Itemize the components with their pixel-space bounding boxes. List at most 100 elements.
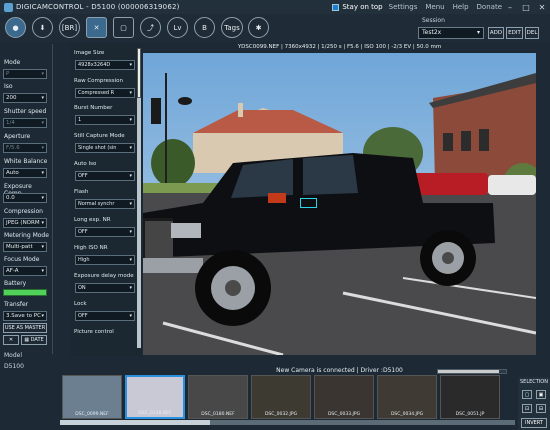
- panel-divider: [52, 44, 53, 354]
- minimize-button[interactable]: –: [502, 3, 518, 12]
- focus-point-box: [300, 198, 317, 208]
- photo-preview: [143, 53, 536, 355]
- shutter-label: Shutter speed: [4, 108, 47, 115]
- thumbnail-item[interactable]: DSC_0180.NEF: [188, 375, 248, 419]
- thumbnail-item[interactable]: DSC_0032.JPG: [251, 375, 311, 419]
- plugins-button[interactable]: ✱: [248, 17, 269, 38]
- invert-selection-button[interactable]: INVERT: [521, 418, 547, 428]
- export-button[interactable]: ⤴: [140, 17, 161, 38]
- chevron-down-icon: ▾: [41, 268, 44, 274]
- thumbnail-item[interactable]: DSC_0033.JPG: [314, 375, 374, 419]
- select-all-icon[interactable]: ▢: [522, 390, 532, 399]
- thumbnail-item[interactable]: DSC_0099.NEF: [62, 375, 122, 419]
- chevron-down-icon: ▾: [129, 257, 132, 263]
- maximize-button[interactable]: □: [518, 3, 534, 12]
- setting-select[interactable]: High ▾: [75, 255, 135, 265]
- thumbnail-scrollbar[interactable]: [60, 420, 515, 425]
- metering-select[interactable]: Multi-patt ▾: [3, 242, 47, 252]
- liveview-button[interactable]: Lv: [167, 17, 188, 38]
- transfer-select[interactable]: 3.Save to PC ▾: [3, 311, 47, 321]
- stay-on-top-checkbox[interactable]: [332, 3, 340, 11]
- session-edit-button[interactable]: EDIT: [506, 27, 523, 39]
- setting-value: OFF: [78, 313, 88, 319]
- session-label: Session: [422, 17, 445, 24]
- setting-select[interactable]: 1 ▾: [75, 115, 135, 125]
- setting-select[interactable]: OFF ▾: [75, 311, 135, 321]
- focus-value: AF-A: [6, 268, 19, 274]
- session-select[interactable]: Test2x ▾: [418, 27, 484, 39]
- setting-select[interactable]: Normal synchr ▾: [75, 199, 135, 209]
- selection-panel: SELECTION ▢ ▣ ⊡ ⊟ INVERT: [518, 377, 550, 430]
- setting-value: ON: [78, 285, 86, 291]
- download-icon: ⬇: [39, 23, 46, 32]
- date-button[interactable]: ▦ DATE: [21, 335, 47, 345]
- thumbnail-caption: DSC_0032.JPG: [264, 412, 298, 417]
- menu-menu[interactable]: Menu: [425, 3, 444, 11]
- metering-value: Multi-patt: [6, 244, 33, 250]
- aperture-select[interactable]: F/5.6 ▾: [3, 143, 47, 153]
- use-as-master-button[interactable]: USE AS MASTER: [3, 323, 47, 333]
- chevron-down-icon: ▾: [41, 313, 44, 319]
- close-button[interactable]: ✕: [534, 3, 550, 12]
- download-button[interactable]: ⬇: [32, 17, 53, 38]
- chevron-down-icon: ▾: [129, 145, 132, 151]
- setting-label: Picture control: [74, 329, 114, 335]
- setting-select[interactable]: OFF ▾: [75, 171, 135, 181]
- setting-label: Exposure delay mode: [74, 273, 134, 279]
- menu-help[interactable]: Help: [453, 3, 469, 11]
- menu-settings[interactable]: Settings: [389, 3, 418, 11]
- thumbnail-scroll-thumb[interactable]: [60, 420, 210, 425]
- image-viewer[interactable]: [143, 53, 536, 355]
- setting-select[interactable]: Compressed R ▾: [75, 88, 135, 98]
- browser-button[interactable]: B: [194, 17, 215, 38]
- setting-select[interactable]: Single shot (sin ▾: [75, 143, 135, 153]
- session-add-button[interactable]: ADD: [488, 27, 504, 39]
- liveview-label: Lv: [173, 23, 182, 32]
- setting-label: Raw Compression: [74, 78, 124, 84]
- exposure-comp-select[interactable]: 0.0 ▾: [3, 193, 47, 203]
- wb-select[interactable]: Auto ▾: [3, 168, 47, 178]
- thumbnail-caption: DSC_0033.JPG: [327, 412, 361, 417]
- select-unliked-icon[interactable]: ⊟: [536, 404, 546, 413]
- tags-label: Tags: [224, 23, 240, 32]
- stay-on-top-label[interactable]: Stay on top: [342, 3, 382, 11]
- capture-button[interactable]: ●: [5, 17, 26, 38]
- aperture-label: Aperture: [4, 133, 31, 140]
- setting-value: 1: [78, 117, 82, 123]
- iso-select[interactable]: 200 ▾: [3, 93, 47, 103]
- thumbnail-item[interactable]: DSC_0148.NEF: [125, 375, 185, 419]
- focus-select[interactable]: AF-A ▾: [3, 266, 47, 276]
- setting-value: OFF: [78, 229, 88, 235]
- thumbnail-item[interactable]: DSC_0034.JPG: [377, 375, 437, 419]
- transfer-value: 3.Save to PC: [6, 313, 41, 319]
- tools-small-button[interactable]: ✕: [3, 335, 19, 345]
- bracketing-button[interactable]: [BR]: [59, 17, 80, 38]
- transfer-progress: [437, 369, 507, 374]
- shutter-value: 1/4: [6, 120, 15, 126]
- image-info: YDSC0099.NEF | 7360x4932 | 1/250 s | F5.…: [237, 44, 442, 50]
- thumbnail-item[interactable]: DSC_0051.JP: [440, 375, 500, 419]
- wb-label: White Balance: [4, 158, 48, 165]
- setting-select[interactable]: OFF ▾: [75, 227, 135, 237]
- mode-select[interactable]: P ▾: [3, 69, 47, 79]
- tools-icon: ✕: [93, 23, 100, 32]
- title-bar: DIGICAMCONTROL - D5100 (000006319062) St…: [0, 0, 550, 14]
- browse-button[interactable]: ▢: [113, 17, 134, 38]
- compression-select[interactable]: JPEG (NORM ▾: [3, 218, 47, 228]
- menu-donate[interactable]: Donate: [477, 3, 502, 11]
- setting-select[interactable]: 4928x3264D ▾: [75, 60, 135, 70]
- metering-label: Metering Mode: [4, 232, 49, 239]
- session-del-button[interactable]: DEL: [525, 27, 539, 39]
- setting-label: High ISO NR: [74, 245, 108, 251]
- tools-button[interactable]: ✕: [86, 17, 107, 38]
- select-liked-icon[interactable]: ⊡: [522, 404, 532, 413]
- shutter-select[interactable]: 1/4 ▾: [3, 118, 47, 128]
- settings-scrollbar[interactable]: [137, 48, 141, 348]
- setting-value: High: [78, 257, 90, 263]
- setting-label: Lock: [74, 301, 87, 307]
- settings-scroll-thumb[interactable]: [137, 48, 141, 98]
- select-none-icon[interactable]: ▣: [536, 390, 546, 399]
- tags-button[interactable]: Tags: [221, 17, 243, 38]
- chevron-down-icon: ▾: [41, 145, 44, 151]
- setting-select[interactable]: ON ▾: [75, 283, 135, 293]
